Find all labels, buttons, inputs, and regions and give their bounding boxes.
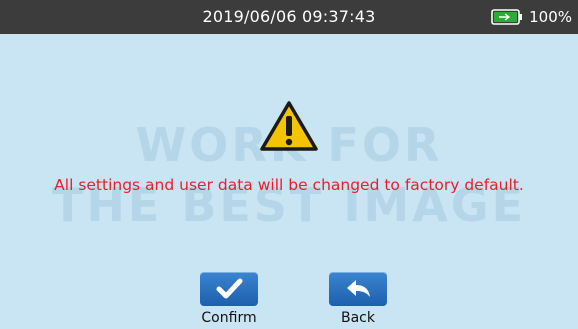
battery-percent: 100% — [529, 8, 572, 26]
confirm-button-label[interactable]: Confirm — [179, 309, 279, 327]
back-button[interactable] — [329, 272, 387, 306]
factory-reset-screen: 2019/06/06 09:37:43 100% WORK FOR THE BE… — [0, 0, 578, 329]
warning-icon — [260, 101, 318, 151]
check-icon — [216, 278, 243, 299]
status-bar: 2019/06/06 09:37:43 100% — [0, 0, 578, 34]
battery-indicator: 100% — [491, 0, 572, 34]
battery-charging-icon — [491, 9, 523, 25]
reset-warning-message: All settings and user data will be chang… — [54, 176, 524, 194]
back-button-label[interactable]: Back — [308, 309, 408, 327]
confirm-button[interactable] — [200, 272, 258, 306]
back-arrow-icon — [347, 280, 370, 297]
